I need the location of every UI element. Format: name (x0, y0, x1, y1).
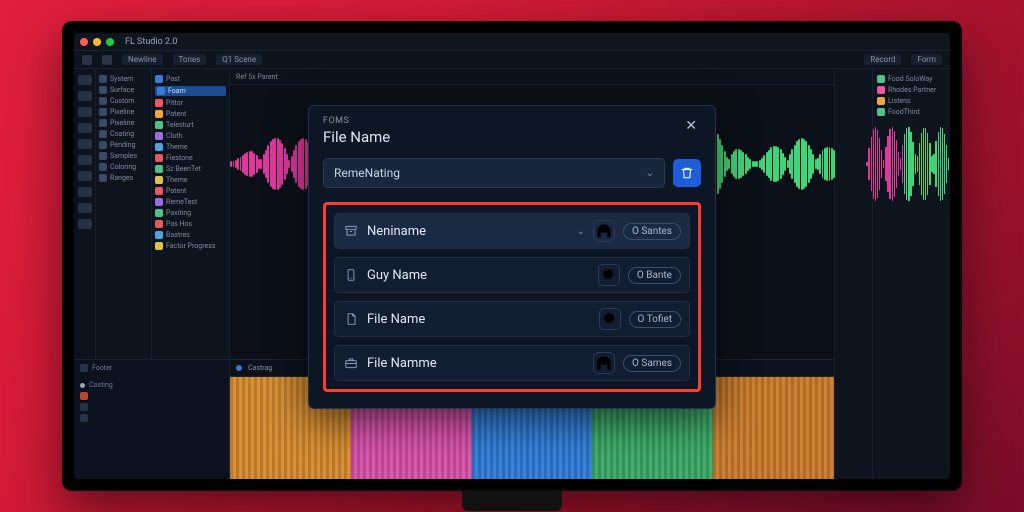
file-row-pill[interactable]: O Santes (623, 223, 681, 240)
browser-item[interactable]: Paxiting (155, 209, 226, 217)
rail-icon[interactable] (78, 139, 92, 149)
leftnav-item[interactable]: Surface (99, 86, 148, 94)
file-icon (343, 311, 359, 327)
file-row[interactable]: Guy Name O Bante (334, 257, 690, 293)
close-icon[interactable]: ✕ (681, 116, 701, 136)
file-row-label: File Name (367, 312, 591, 327)
browser-item[interactable]: Past (155, 75, 226, 83)
browser-item[interactable]: Factor Progress (155, 242, 226, 250)
highlighted-list: Neniname ⌄ O Santes Guy Name O Bante File Nam… (323, 202, 701, 392)
select-value: RemeNating (334, 166, 400, 180)
search-button[interactable] (599, 308, 621, 330)
main-area: System Surface Custom Pixeline Pixeline Coati… (74, 69, 950, 479)
rail-icon[interactable] (78, 171, 92, 181)
monitor-frame: FL Studio 2.0 Newline Tones Q1 Scene Rec… (62, 21, 962, 491)
record-dot-icon[interactable] (236, 365, 242, 371)
browser-item[interactable]: Telesturt (155, 121, 226, 129)
headphones-button[interactable] (593, 352, 615, 374)
mixer-panel: Footer Casting (74, 359, 230, 479)
browser-item[interactable]: Theme (155, 176, 226, 184)
browser-item[interactable]: Patent (155, 187, 226, 195)
archive-icon (343, 223, 359, 239)
app-title: FL Studio 2.0 (125, 37, 177, 47)
file-name-dialog: FOMS File Name ✕ RemeNating ⌄ Neniname ⌄ O… (308, 105, 716, 409)
rail-icon[interactable] (78, 91, 92, 101)
leftnav-item[interactable]: Samples (99, 152, 148, 160)
rail-icon[interactable] (78, 219, 92, 229)
leftnav-item[interactable]: Coloring (99, 163, 148, 171)
top-tab[interactable]: Record (864, 54, 901, 65)
rail-icon[interactable] (78, 187, 92, 197)
timeline-label: Castrag (248, 364, 272, 372)
chevron-down-icon: ⌄ (646, 168, 654, 179)
file-row-pill[interactable]: O Tofiet (629, 311, 681, 328)
file-row-label: Guy Name (367, 268, 590, 283)
browser-item[interactable]: Patent (155, 110, 226, 118)
browser-item[interactable]: Baatres (155, 231, 226, 239)
browser-item[interactable]: Pittor (155, 99, 226, 107)
leftnav-item[interactable]: Pending (99, 141, 148, 149)
briefcase-icon (343, 355, 359, 371)
top-tab[interactable]: Form (911, 54, 942, 65)
window-minimize-icon[interactable] (93, 38, 101, 46)
breadcrumb[interactable]: Q1 Scene (216, 54, 262, 65)
file-row-pill[interactable]: O Bante (628, 267, 681, 284)
rail-icon[interactable] (78, 123, 92, 133)
leftnav-item[interactable]: Pixeline (99, 119, 148, 127)
rename-select[interactable]: RemeNating ⌄ (323, 158, 665, 188)
browser-item[interactable]: Sz BeenTet (155, 165, 226, 173)
trash-button[interactable] (673, 159, 701, 187)
dialog-eyebrow: FOMS (323, 116, 390, 126)
leftnav-item[interactable]: Pixeline (99, 108, 148, 116)
file-row-pill[interactable]: O Sames (623, 355, 681, 372)
mixer-header: Footer (92, 364, 112, 372)
rail-icon[interactable] (78, 75, 92, 85)
file-row[interactable]: File Namme O Sames (334, 345, 690, 381)
dialog-title: File Name (323, 128, 390, 146)
rail-icon[interactable] (78, 203, 92, 213)
file-row[interactable]: File Name O Tofiet (334, 301, 690, 337)
chevron-down-icon: ⌄ (577, 226, 585, 237)
browser-item[interactable]: Pas Hos (155, 220, 226, 228)
phone-icon (343, 267, 359, 283)
toolstrip: Newline Tones Q1 Scene Record Form (74, 51, 950, 69)
browser-item[interactable]: Cloth (155, 132, 226, 140)
breadcrumb[interactable]: Tones (173, 54, 207, 65)
leftnav-item[interactable]: Coating (99, 130, 148, 138)
browser-item[interactable]: Theme (155, 143, 226, 151)
headphones-button[interactable] (593, 220, 615, 242)
titlebar: FL Studio 2.0 (74, 33, 950, 51)
browser-item[interactable]: RemeTest (155, 198, 226, 206)
leftnav-item[interactable]: Ranges (99, 174, 148, 182)
browser-item[interactable]: Fiestone (155, 154, 226, 162)
leftnav-item[interactable]: Custom (99, 97, 148, 105)
search-button[interactable] (598, 264, 620, 286)
breadcrumb[interactable]: Newline (122, 54, 163, 65)
window-zoom-icon[interactable] (106, 38, 114, 46)
file-row[interactable]: Neniname ⌄ O Santes (334, 213, 690, 249)
leftnav-item[interactable]: System (99, 75, 148, 83)
tool-button[interactable] (82, 55, 92, 65)
rail-icon[interactable] (78, 155, 92, 165)
app-window: FL Studio 2.0 Newline Tones Q1 Scene Rec… (74, 33, 950, 479)
mixer-track[interactable]: Casting (89, 381, 113, 389)
window-close-icon[interactable] (80, 38, 88, 46)
tool-button[interactable] (102, 55, 112, 65)
file-row-label: Neniname (367, 224, 569, 239)
meter-panel (834, 69, 872, 479)
browser-item[interactable]: Foam (155, 86, 226, 96)
clip[interactable] (713, 377, 834, 479)
file-row-label: File Namme (367, 356, 585, 371)
rail-icon[interactable] (78, 107, 92, 117)
